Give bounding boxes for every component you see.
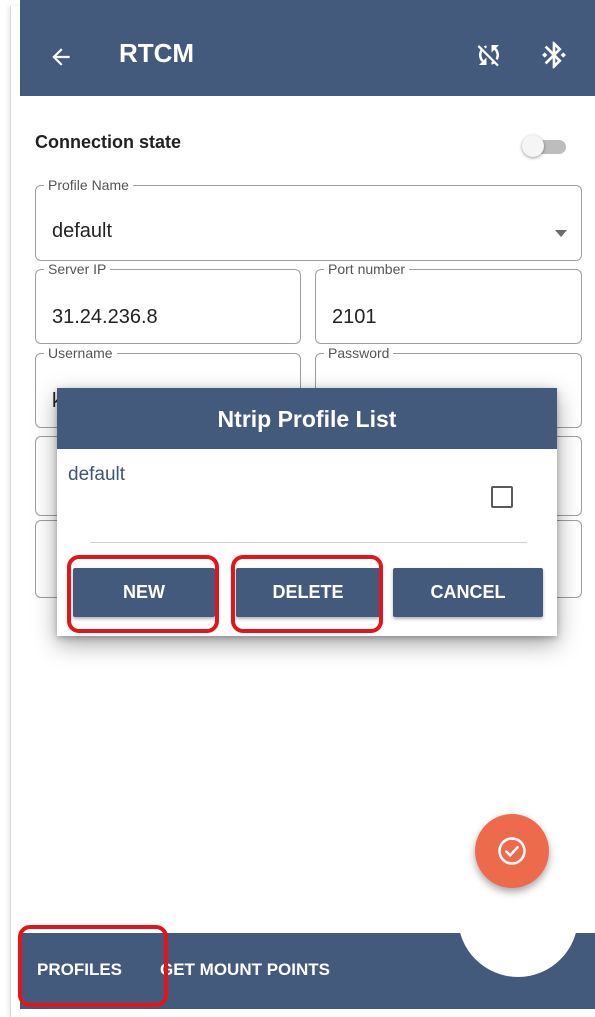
connection-toggle[interactable] [522,135,568,157]
profile-list-item[interactable]: default [68,464,125,486]
server-ip-field[interactable]: Server IP 31.24.236.8 [35,262,301,344]
port-number-value: 2101 [332,306,377,328]
dialog-header: Ntrip Profile List [57,388,557,449]
check-circle-icon [498,837,526,865]
connection-state-label: Connection state [35,132,182,152]
profile-checkbox[interactable] [491,486,513,508]
server-ip-label: Server IP [48,261,107,277]
port-number-field[interactable]: Port number 2101 [315,262,582,344]
profile-name-label: Profile Name [48,177,129,193]
cancel-button[interactable]: CANCEL [393,568,543,617]
username-label: Username [48,345,113,361]
sync-disabled-icon[interactable] [474,40,504,70]
password-label: Password [328,345,390,361]
highlight-profiles [18,925,168,1007]
confirm-fab[interactable] [475,814,549,888]
arrow-back-icon[interactable] [48,44,74,70]
server-ip-value: 31.24.236.8 [52,306,158,328]
port-number-label: Port number [328,261,406,277]
dialog-divider [90,542,527,543]
page-title: RTCM [119,38,195,68]
dialog-title: Ntrip Profile List [217,406,397,432]
chevron-down-icon [555,230,567,237]
profile-name-dropdown[interactable]: Profile Name default [35,178,582,261]
bluetooth-icon[interactable] [538,38,570,72]
toggle-knob [522,135,544,157]
get-mount-points-button[interactable]: GET MOUNT POINTS [160,960,330,980]
app-bar: RTCM [20,0,595,96]
highlight-new [67,555,219,633]
profile-name-value: default [52,220,113,242]
highlight-delete [231,555,383,633]
fab-cutout [458,917,578,977]
